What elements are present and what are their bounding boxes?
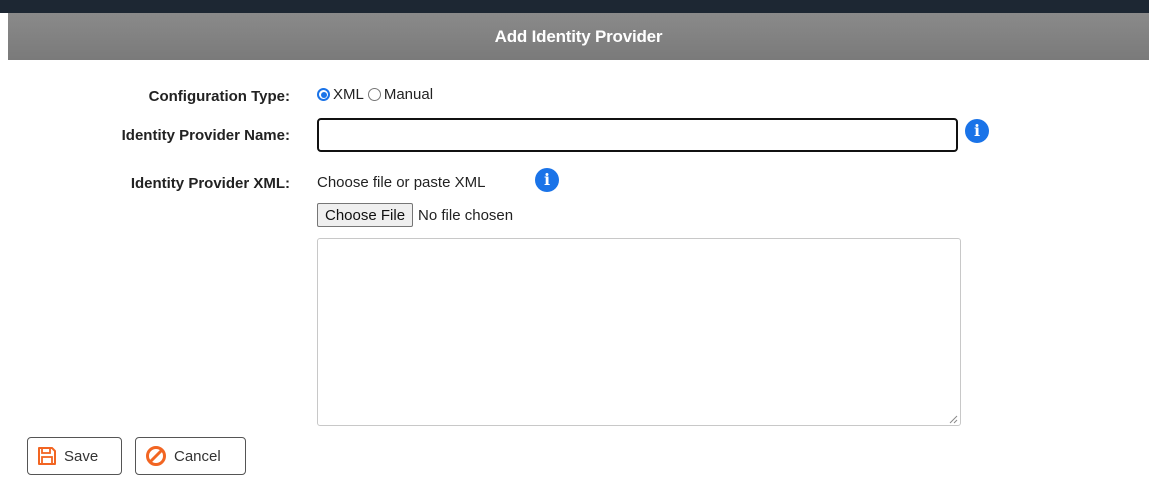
identity-provider-name-input[interactable] [317,118,958,152]
xml-radio[interactable] [317,88,330,101]
background-window-strip [0,0,1149,13]
choose-file-button[interactable]: Choose File [317,203,414,227]
save-button-label: Save [64,447,99,465]
xml-radio-label[interactable]: XML [333,86,364,103]
cancel-button-label: Cancel [174,447,221,465]
add-identity-provider-dialog: Add Identity Provider Configuration Type… [8,13,1149,483]
identity-provider-xml-textarea[interactable] [317,238,961,426]
manual-radio-label[interactable]: Manual [384,86,433,103]
dialog-title: Add Identity Provider [494,26,663,46]
floppy-disk-icon [38,447,56,465]
manual-radio[interactable] [367,88,381,101]
identity-provider-xml-label: Identity Provider XML: [130,175,290,192]
identity-provider-name-label: Identity Provider Name: [121,127,290,144]
configuration-type-label: Configuration Type: [148,88,290,105]
cancel-button[interactable]: Cancel [135,437,246,475]
save-button[interactable]: Save [27,437,122,475]
configuration-type-radio-group: XML Manual [317,86,437,103]
info-icon[interactable]: i [535,168,559,192]
xml-hint-text: Choose file or paste XML [317,174,486,191]
resize-grip-icon[interactable] [948,414,958,424]
info-icon[interactable]: i [965,119,989,143]
prohibited-icon [146,446,166,466]
dialog-header: Add Identity Provider [8,13,1149,60]
file-chooser: Choose File No file chosen [317,203,513,227]
file-status-text: No file chosen [418,206,514,224]
